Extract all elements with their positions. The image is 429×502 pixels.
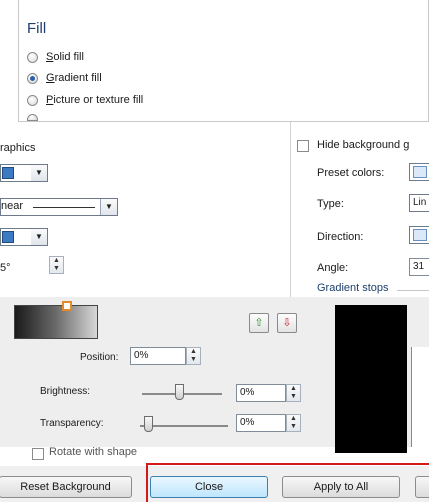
- picture-fill-radio[interactable]: [27, 95, 38, 106]
- brightness-field[interactable]: 0%: [236, 384, 286, 402]
- left-direction-picker[interactable]: ▼: [0, 228, 48, 246]
- transparency-slider[interactable]: [140, 425, 228, 427]
- gradient-stops-label: Gradient stops: [317, 282, 389, 294]
- solid-fill-radio[interactable]: [27, 52, 38, 63]
- position-label: Position:: [80, 352, 119, 363]
- transparency-slider-thumb[interactable]: [144, 416, 153, 432]
- direction-preview: [413, 229, 427, 241]
- reset-background-button[interactable]: Reset Background: [0, 476, 132, 498]
- angle-label: Angle:: [317, 262, 349, 274]
- angle-field[interactable]: 31: [409, 258, 429, 276]
- solid-fill-label[interactable]: Solid fill: [46, 51, 84, 63]
- preset-colors-label: Preset colors:: [317, 167, 385, 179]
- picture-fill-label[interactable]: Picture or texture fill: [46, 94, 143, 106]
- gradient-stop-marker[interactable]: [62, 301, 72, 311]
- gradient-stops-rule: [397, 290, 429, 291]
- preview-right-strip: [411, 347, 429, 447]
- rotate-checkbox[interactable]: [32, 448, 44, 460]
- combo-rule: [33, 207, 95, 208]
- brightness-spinner[interactable]: ▲ ▼: [286, 384, 301, 402]
- chevron-down-icon: ▼: [31, 229, 47, 245]
- left-type-combo[interactable]: near ▼: [0, 198, 118, 216]
- fill-panel: Fill Solid fill Gradient fill Picture or…: [18, 0, 429, 122]
- position-field[interactable]: 0%: [130, 347, 186, 365]
- preview-dark-panel: [335, 305, 407, 453]
- rotate-label[interactable]: Rotate with shape: [49, 446, 137, 458]
- fill-title: Fill: [27, 20, 47, 37]
- hide-bg-checkbox[interactable]: [297, 140, 309, 152]
- transparency-label: Transparency:: [40, 418, 104, 429]
- direction-label: Direction:: [317, 231, 364, 243]
- position-spinner[interactable]: ▲ ▼: [186, 347, 201, 365]
- pattern-fill-radio[interactable]: [27, 114, 38, 121]
- left-panel: raphics ▼ near ▼ ▼ 5° ▲ ▼: [0, 122, 290, 297]
- gradient-stops-area: ⇧ ⇩ Position: 0% ▲ ▼ Brightness: 0% ▲ ▼ Tr…: [0, 297, 429, 460]
- color-swatch: [2, 167, 14, 179]
- remove-stop-icon[interactable]: ⇩: [277, 313, 297, 333]
- preset-colors-combo[interactable]: [409, 163, 429, 181]
- right-panel: Hide background g Preset colors: Type: L…: [290, 122, 429, 297]
- direction-combo[interactable]: [409, 226, 429, 244]
- chevron-down-icon: ▼: [31, 165, 47, 181]
- brightness-label: Brightness:: [40, 386, 91, 397]
- direction-swatch: [2, 231, 14, 243]
- highlight-box: [146, 463, 429, 502]
- gradient-fill-label[interactable]: Gradient fill: [46, 72, 102, 84]
- left-angle-value: 5°: [0, 262, 11, 274]
- type-combo[interactable]: Lin: [409, 194, 429, 212]
- gradient-bar[interactable]: [14, 305, 98, 339]
- transparency-spinner[interactable]: ▲ ▼: [286, 414, 301, 432]
- chevron-down-icon: ▼: [100, 199, 117, 215]
- transparency-field[interactable]: 0%: [236, 414, 286, 432]
- preset-swatch: [413, 166, 427, 178]
- left-angle-spinner[interactable]: ▲ ▼: [49, 256, 64, 274]
- type-label: Type:: [317, 198, 344, 210]
- gradient-fill-radio[interactable]: [27, 73, 38, 84]
- add-stop-icon[interactable]: ⇧: [249, 313, 269, 333]
- brightness-slider-thumb[interactable]: [175, 384, 184, 400]
- left-panel-header: raphics: [0, 142, 36, 154]
- hide-bg-label[interactable]: Hide background g: [317, 139, 409, 151]
- left-color-picker[interactable]: ▼: [0, 164, 48, 182]
